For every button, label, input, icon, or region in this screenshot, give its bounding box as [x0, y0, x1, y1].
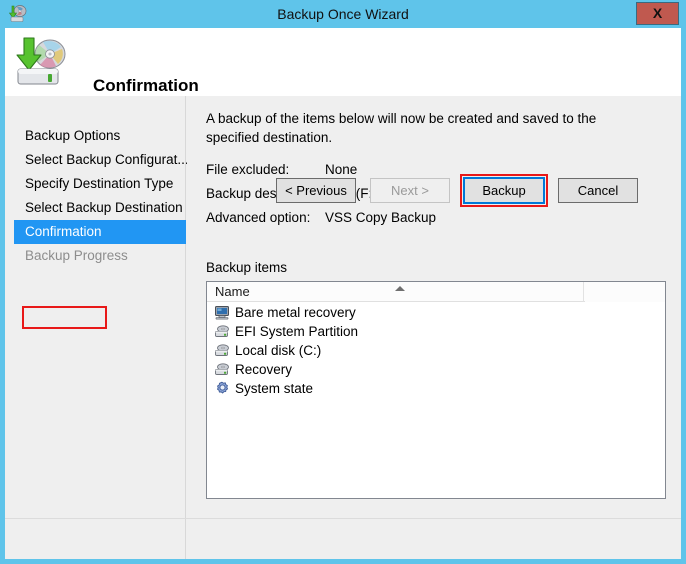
- list-item[interactable]: System state: [207, 379, 665, 398]
- list-item[interactable]: EFI System Partition: [207, 322, 665, 341]
- drive-icon: [214, 343, 230, 358]
- page-title: Confirmation: [93, 76, 199, 95]
- sidebar-item-specify-destination-type[interactable]: Specify Destination Type: [5, 172, 186, 196]
- wizard-banner: Confirmation: [5, 28, 681, 96]
- previous-button[interactable]: < Previous: [276, 178, 356, 203]
- wizard-body: Backup Options Select Backup Configurat.…: [5, 96, 681, 559]
- column-header-name[interactable]: Name: [207, 282, 584, 302]
- intro-text: A backup of the items below will now be …: [206, 111, 597, 145]
- backup-once-wizard-window: Backup Once Wizard X Confirmation Backup…: [0, 0, 686, 564]
- content-pane: A backup of the items below will now be …: [5, 96, 681, 559]
- file-excluded-label: File excluded:: [206, 162, 290, 177]
- gear-icon: [214, 381, 230, 396]
- backup-button[interactable]: Backup: [463, 177, 545, 204]
- list-item-label: EFI System Partition: [235, 324, 359, 339]
- list-item[interactable]: Recovery: [207, 360, 665, 379]
- sort-ascending-icon: [395, 286, 405, 291]
- window-title: Backup Once Wizard: [277, 6, 409, 22]
- advanced-option-value: VSS Copy Backup: [325, 210, 437, 225]
- drive-icon: [214, 324, 230, 339]
- computer-icon: [214, 305, 230, 320]
- listview-header: Name: [207, 282, 665, 302]
- detail-row: File excluded: None: [206, 162, 357, 177]
- detail-row: Advanced option: VSS Copy Backup: [206, 210, 436, 225]
- advanced-option-label: Advanced option:: [206, 210, 311, 225]
- close-icon[interactable]: X: [636, 2, 679, 25]
- file-excluded-value: None: [325, 162, 358, 177]
- backup-items-label: Backup items: [206, 260, 288, 275]
- drive-icon: [214, 362, 230, 377]
- backup-disk-icon: [14, 36, 70, 88]
- sidebar-item-select-backup-configuration[interactable]: Select Backup Configurat...: [5, 148, 189, 172]
- confirmation-annotation-box: [22, 306, 107, 329]
- client-area: Confirmation Backup Options Select Backu…: [5, 28, 681, 559]
- title-bar: Backup Once Wizard X: [0, 0, 686, 28]
- wizard-step-sidebar: Backup Options Select Backup Configurat.…: [5, 96, 189, 559]
- sidebar-item-confirmation[interactable]: Confirmation: [14, 220, 186, 244]
- sidebar-item-backup-progress: Backup Progress: [25, 248, 128, 263]
- backup-items-listview[interactable]: Name Bare metal recovery EFI System Part…: [206, 281, 666, 499]
- list-item-label: Local disk (C:): [235, 343, 322, 358]
- list-item[interactable]: Bare metal recovery: [207, 303, 665, 322]
- sidebar-item-select-backup-destination[interactable]: Select Backup Destination: [5, 196, 186, 220]
- column-header-filler[interactable]: [585, 282, 665, 302]
- list-item[interactable]: Local disk (C:): [207, 341, 665, 360]
- list-item-label: Recovery: [235, 362, 293, 377]
- sidebar-item-backup-options[interactable]: Backup Options: [5, 124, 186, 148]
- next-button: Next >: [370, 178, 450, 203]
- listview-rows: Bare metal recovery EFI System Partition…: [207, 303, 665, 398]
- list-item-label: Bare metal recovery: [235, 305, 356, 320]
- list-item-label: System state: [235, 381, 314, 396]
- footer-divider: [5, 518, 681, 519]
- cancel-button[interactable]: Cancel: [558, 178, 638, 203]
